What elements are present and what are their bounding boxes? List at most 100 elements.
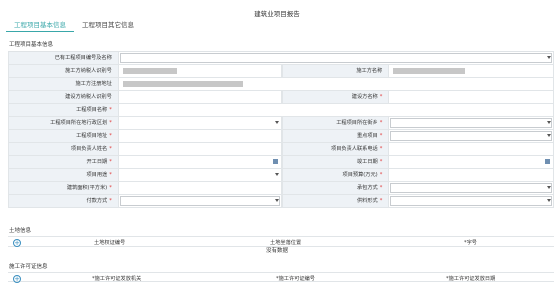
redacted-value — [122, 81, 243, 87]
existing-project-select[interactable] — [118, 52, 554, 64]
key-project-select[interactable] — [389, 130, 554, 142]
label-project-use: 项目用途 * — [9, 169, 119, 181]
required-mark: * — [379, 94, 383, 100]
project-form: 已有工程项目编号及名称 施工方纳税人识别号 施工方名称 施工方注册地址 建设方纳… — [8, 51, 554, 208]
contractor-name-value — [389, 65, 554, 77]
tab-basic-info[interactable]: 工程项目基本信息 — [6, 16, 74, 32]
project-address-text: 工程项目地址 — [76, 133, 108, 139]
no-data-text: 没有数据 — [265, 248, 288, 254]
required-mark: * — [379, 146, 383, 152]
project-name-text: 工程项目名称 — [76, 107, 108, 113]
label-admin-region: 工程项目所在地行政区划 * — [9, 117, 119, 129]
column-land-cert: 土地权证编号 — [94, 240, 126, 246]
required-mark: * — [379, 133, 383, 139]
key-project-text: 重点项目 — [356, 133, 378, 139]
tab-other-info[interactable]: 工程项目其它信息 — [74, 16, 142, 32]
required-mark: * — [379, 185, 383, 191]
section-title-permit: 施工许可证信息 — [9, 264, 48, 270]
form-row: 施工方纳税人识别号 施工方名称 — [8, 65, 554, 78]
required-mark: * — [109, 159, 112, 165]
builder-name-text: 建设方名称 — [351, 94, 378, 100]
builder-name-field[interactable] — [389, 91, 554, 103]
material-form-select[interactable] — [389, 195, 554, 207]
chevron-down-icon — [274, 173, 279, 176]
chevron-down-icon — [547, 121, 551, 124]
column-land-number: *字号 — [464, 240, 477, 246]
project-address-field[interactable] — [118, 130, 282, 142]
chevron-down-icon — [274, 199, 279, 202]
key-project-input[interactable] — [390, 131, 552, 141]
label-manager-name: 项目负责人姓名 * — [9, 143, 119, 155]
material-form-input[interactable] — [390, 196, 552, 206]
label-contractor-address: 施工方注册地址 — [9, 78, 119, 90]
required-mark: * — [379, 120, 383, 126]
form-row: 建设方纳税人识别号 建设方名称 * — [8, 91, 554, 104]
required-mark: * — [109, 185, 112, 191]
payment-method-select[interactable] — [118, 195, 282, 207]
redacted-value — [122, 68, 177, 74]
admin-region-select[interactable] — [118, 117, 282, 129]
label-budget: 项目预算(万元) * — [281, 169, 390, 181]
form-row: 工程项目所在地行政区划 * 工程项目所在街乡 * — [8, 117, 554, 130]
required-mark: * — [109, 107, 112, 113]
section-title-land: 土地信息 — [9, 228, 32, 234]
manager-name-field[interactable] — [118, 143, 282, 155]
label-building-area: 建筑面积(平方米) * — [9, 182, 119, 194]
building-area-text: 建筑面积(平方米) — [66, 185, 108, 191]
start-date-picker[interactable] — [118, 156, 282, 168]
required-mark: * — [379, 198, 383, 204]
material-form-text: 供料形式 — [356, 198, 378, 204]
street-select[interactable] — [389, 117, 554, 129]
street-input[interactable] — [390, 118, 552, 128]
add-permit-icon[interactable]: + — [13, 274, 21, 283]
label-key-project: 重点项目 * — [281, 130, 390, 142]
end-date-text: 竣工日期 — [356, 159, 378, 165]
existing-project-input[interactable] — [119, 53, 552, 63]
label-material-form: 供料形式 * — [281, 195, 390, 207]
required-mark: * — [109, 172, 112, 178]
label-contractor-name: 施工方名称 — [281, 65, 390, 77]
contract-mode-input[interactable] — [390, 183, 552, 193]
budget-field[interactable] — [389, 169, 554, 181]
end-date-picker[interactable] — [389, 156, 554, 168]
column-land-location: 土地坐落位置 — [270, 240, 302, 246]
column-permit-authority: *施工许可证发放机关 — [92, 275, 142, 282]
contract-mode-select[interactable] — [389, 182, 554, 194]
start-date-text: 开工日期 — [86, 159, 108, 165]
label-manager-phone: 项目负责人联系电话 * — [281, 143, 390, 155]
calendar-icon[interactable] — [272, 159, 278, 164]
contractor-tax-id-value — [118, 65, 282, 77]
form-row: 开工日期 * 竣工日期 * — [8, 156, 554, 169]
tab-bar: 工程项目基本信息 工程项目其它信息 — [6, 16, 142, 32]
label-end-date: 竣工日期 * — [281, 156, 390, 168]
column-permit-date: *施工许可证发放日期 — [446, 275, 496, 282]
label-project-address: 工程项目地址 * — [9, 130, 119, 142]
project-use-select[interactable] — [118, 169, 282, 181]
building-area-field[interactable] — [118, 182, 282, 194]
required-mark: * — [109, 146, 112, 152]
form-row: 项目用途 * 项目预算(万元) * — [8, 169, 554, 182]
required-mark: * — [109, 198, 112, 204]
chevron-down-icon — [547, 56, 551, 59]
label-builder-name: 建设方名称 * — [281, 91, 390, 103]
required-mark: * — [379, 159, 383, 165]
manager-phone-field[interactable] — [389, 143, 554, 155]
required-mark: * — [109, 120, 112, 126]
redacted-value — [393, 68, 466, 74]
project-name-field[interactable] — [118, 104, 554, 116]
chevron-down-icon — [547, 186, 551, 189]
form-row: 工程项目名称 * — [8, 104, 554, 117]
required-mark: * — [379, 172, 383, 178]
calendar-icon[interactable] — [545, 159, 550, 164]
project-use-text: 项目用途 — [86, 172, 108, 178]
form-row: 工程项目地址 * 重点项目 * — [8, 130, 554, 143]
manager-name-text: 项目负责人姓名 — [70, 146, 108, 152]
section-title-basic: 工程项目基本信息 — [9, 42, 54, 48]
form-row: 施工方注册地址 — [8, 78, 554, 91]
payment-method-input[interactable] — [119, 196, 280, 206]
label-contract-mode: 承包方式 * — [281, 182, 390, 194]
label-payment-method: 付款方式 * — [9, 195, 119, 207]
label-start-date: 开工日期 * — [9, 156, 119, 168]
builder-tax-id-field[interactable] — [118, 91, 282, 103]
form-row: 付款方式 * 供料形式 * — [8, 195, 554, 208]
